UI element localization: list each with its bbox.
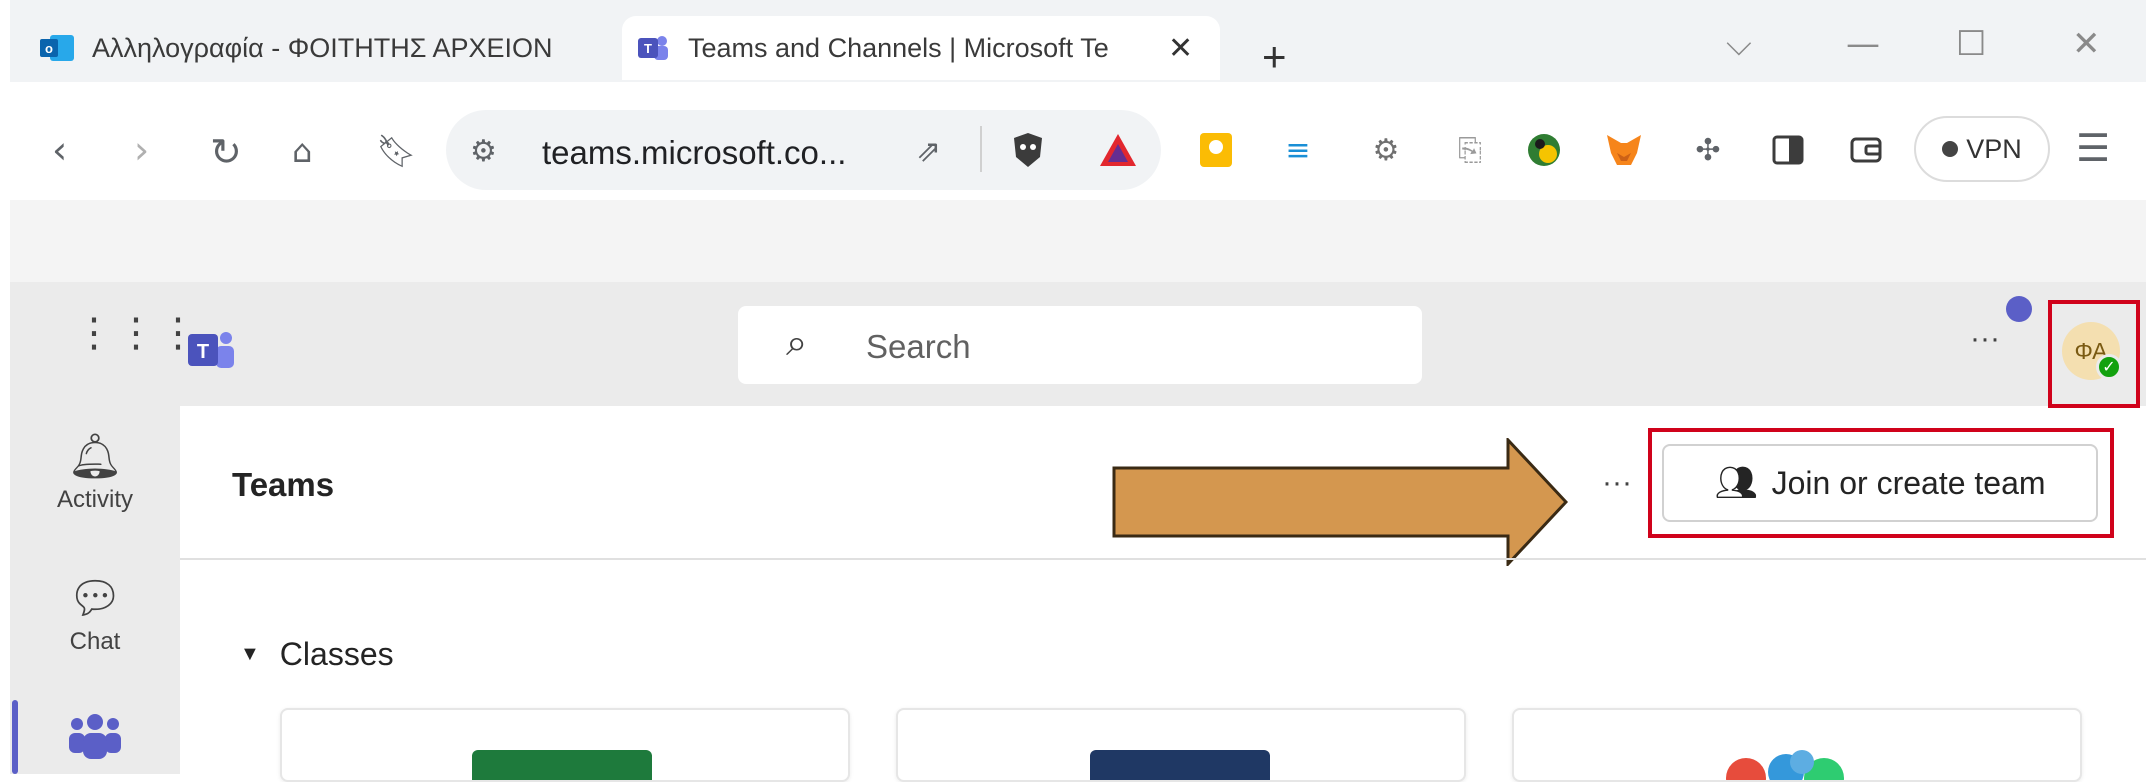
rail-item-chat[interactable]: 💬︎ Chat (10, 572, 180, 656)
tab-label: Teams and Channels | Microsoft Te (688, 32, 1109, 63)
tab-search-chevron-icon[interactable]: ⌵ (1726, 24, 1752, 64)
back-icon[interactable]: ‹ (52, 128, 67, 172)
brave-shields-icon[interactable] (1008, 130, 1048, 170)
vpn-button[interactable]: VPN (1914, 116, 2050, 182)
reload-icon[interactable]: ↻ (210, 130, 242, 174)
section-header-classes[interactable]: ▼ Classes (240, 636, 394, 673)
url-text[interactable]: teams.microsoft.co... (542, 134, 846, 172)
rail-item-label: Chat (69, 628, 121, 655)
notification-dot (2006, 296, 2032, 322)
chat-icon: 💬︎ (67, 573, 123, 624)
globe-extension-icon[interactable] (1524, 130, 1564, 170)
rail-item-label: Activity (56, 486, 133, 513)
teams-people-icon (69, 714, 121, 759)
vpn-status-dot (1942, 141, 1959, 157)
bookmark-icon[interactable]: 🔖︎ (376, 132, 417, 170)
wallet-icon[interactable] (1846, 130, 1886, 170)
svg-text:T: T (644, 41, 652, 56)
annotation-arrow (1112, 438, 1568, 566)
search-input[interactable] (738, 306, 1422, 384)
rail-active-indicator (12, 700, 18, 774)
close-window-icon[interactable]: ✕ (2072, 24, 2101, 64)
join-button-label: Join or create team (1771, 464, 2046, 501)
browser-tab-teams[interactable]: T Teams and Channels | Microsoft Te ✕ (622, 16, 1220, 80)
bell-icon: 🔔︎ (67, 431, 123, 482)
teams-icon: T (638, 36, 668, 60)
header-divider (180, 558, 2146, 560)
team-card-image (1090, 750, 1270, 780)
caret-down-icon: ▼ (240, 643, 260, 665)
join-or-create-team-button[interactable]: 👥︎ Join or create team (1662, 444, 2098, 522)
team-card-image (472, 750, 652, 780)
outlook-icon: o (40, 35, 74, 61)
page-title: Teams (232, 466, 335, 503)
keep-extension-icon[interactable] (1196, 130, 1236, 170)
teams-more-options-icon[interactable]: ··· (1602, 466, 1632, 500)
settings-extension-icon[interactable]: ⚙ (1366, 130, 1406, 170)
toolbar-divider (980, 126, 982, 172)
new-tab-button[interactable]: + (1262, 36, 1287, 78)
svg-text:o: o (45, 41, 53, 56)
browser-tab-outlook[interactable]: o Αλληλογραφία - ΦΟΙΤΗΤΗΣ ΑΡΧΕΙΟΝ (26, 16, 606, 80)
maximize-icon[interactable]: ☐ (1956, 24, 1986, 64)
section-label: Classes (279, 636, 394, 672)
forward-icon[interactable]: › (134, 128, 149, 172)
site-settings-icon[interactable]: ⚙︎ (470, 134, 497, 169)
menu-icon[interactable]: ☰ (2076, 126, 2110, 170)
minimize-icon[interactable]: — (1846, 24, 1880, 64)
close-tab-icon[interactable]: ✕ (1168, 31, 1193, 66)
app-launcher-icon[interactable]: ⋮⋮⋮ (74, 313, 200, 353)
rail-item-activity[interactable]: 🔔︎ Activity (10, 430, 180, 514)
settings-more-icon[interactable]: ··· (1970, 322, 2000, 356)
filter-extension-icon[interactable]: ≡ (1278, 130, 1318, 170)
sidebar-toggle-icon[interactable] (1768, 130, 1808, 170)
add-people-icon: 👥︎ (1714, 463, 1758, 503)
rail-item-teams[interactable] (10, 714, 180, 765)
presence-available-icon: ✓ (2096, 354, 2122, 380)
search-placeholder: Search (866, 328, 971, 365)
metamask-icon[interactable] (1604, 130, 1644, 170)
page-top-band (10, 200, 2146, 282)
svg-text:T: T (197, 341, 209, 363)
vpn-label: VPN (1966, 133, 2022, 164)
brave-rewards-icon[interactable] (1098, 130, 1138, 170)
search-icon: ⌕ (786, 320, 808, 364)
team-card-image (1726, 750, 1844, 780)
share-icon[interactable]: ⇗ (916, 134, 941, 169)
extensions-puzzle-icon[interactable]: ✣ (1688, 130, 1728, 170)
tab-label: Αλληλογραφία - ΦΟΙΤΗΤΗΣ ΑΡΧΕΙΟΝ (92, 32, 553, 63)
clipboard-extension-icon[interactable]: ⎘ (1450, 130, 1490, 170)
home-icon[interactable]: ⌂ (292, 132, 312, 170)
teams-logo-icon: T (188, 332, 234, 368)
